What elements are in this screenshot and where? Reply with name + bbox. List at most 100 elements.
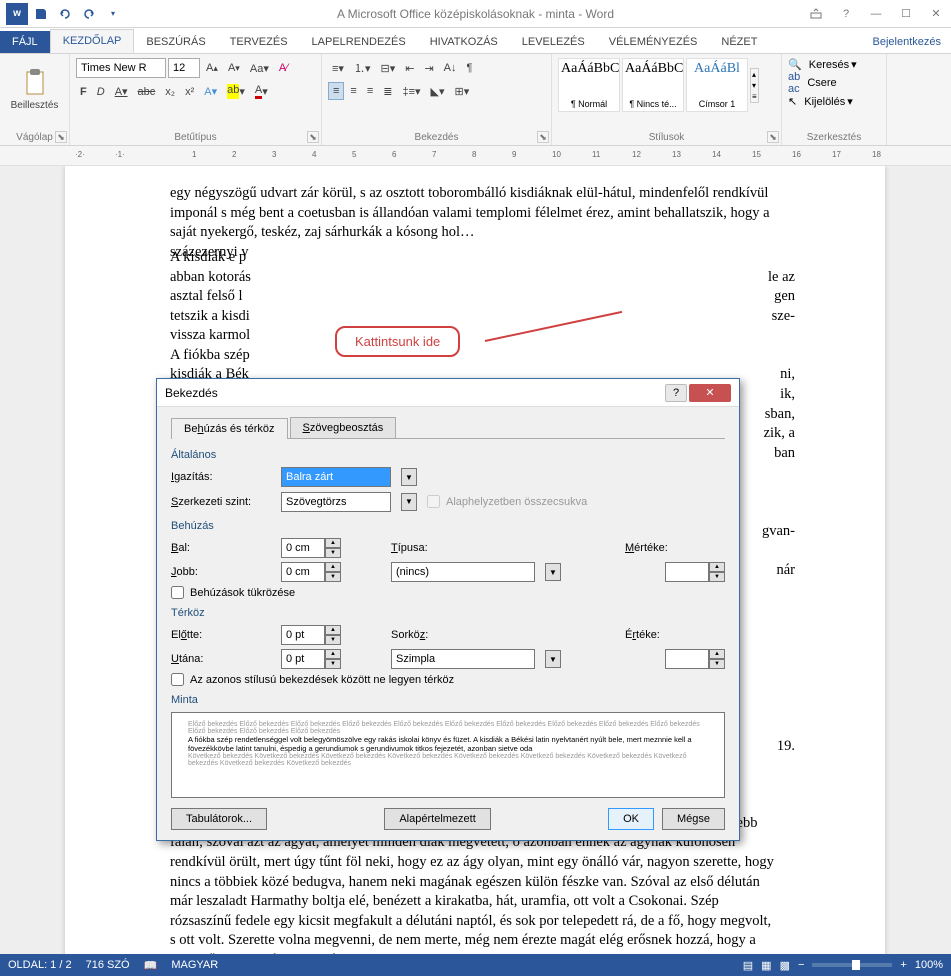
multilevel-icon[interactable]: ⊟▾: [376, 60, 399, 77]
zoom-out-icon[interactable]: −: [798, 959, 804, 971]
view-read-icon[interactable]: ▦: [761, 959, 771, 972]
tab-home[interactable]: KEZDŐLAP: [50, 29, 135, 53]
spin-down-icon[interactable]: ▼: [325, 572, 341, 582]
word-count[interactable]: 716 SZÓ: [86, 959, 130, 971]
find-button[interactable]: 🔍 Keresés▾: [788, 58, 880, 71]
shading-icon[interactable]: ◣▾: [427, 83, 449, 100]
dialog-help-icon[interactable]: ?: [665, 384, 687, 402]
word-icon[interactable]: w: [6, 3, 28, 25]
clear-format-icon[interactable]: A⁄: [275, 60, 292, 76]
ribbon-options-icon[interactable]: [801, 2, 831, 26]
bullets-icon[interactable]: ≡▾: [328, 60, 348, 77]
ok-button[interactable]: OK: [608, 808, 654, 830]
spin-down-icon[interactable]: ▼: [325, 548, 341, 558]
zoom-in-icon[interactable]: +: [900, 959, 906, 971]
signin-link[interactable]: Bejelentkezés: [863, 31, 951, 53]
tab-mailings[interactable]: LEVELEZÉS: [510, 31, 597, 53]
change-case-icon[interactable]: Aa▾: [246, 60, 273, 77]
page-indicator[interactable]: OLDAL: 1 / 2: [8, 959, 72, 971]
special-arrow-icon[interactable]: ▼: [545, 563, 561, 581]
spin-up-icon[interactable]: ▲: [325, 649, 341, 659]
justify-icon[interactable]: ≣: [379, 83, 396, 100]
maximize-icon[interactable]: ☐: [891, 2, 921, 26]
spin-up-icon[interactable]: ▲: [325, 625, 341, 635]
font-size-input[interactable]: [168, 58, 200, 78]
cancel-button[interactable]: Mégse: [662, 808, 725, 830]
alignment-arrow-icon[interactable]: ▼: [401, 468, 417, 486]
underline-icon[interactable]: A▾: [111, 83, 132, 100]
spin-down-icon[interactable]: ▼: [709, 659, 725, 669]
paragraph-launcher-icon[interactable]: ⬊: [537, 131, 549, 143]
after-spinner[interactable]: ▲▼: [281, 649, 341, 669]
spin-down-icon[interactable]: ▼: [325, 659, 341, 669]
line-spacing-icon[interactable]: ‡≡▾: [398, 83, 424, 100]
by-spinner[interactable]: ▲▼: [665, 562, 725, 582]
default-button[interactable]: Alapértelmezett: [384, 808, 490, 830]
language-indicator[interactable]: MAGYAR: [171, 959, 218, 971]
tab-references[interactable]: HIVATKOZÁS: [418, 31, 510, 53]
mirror-checkbox[interactable]: [171, 586, 184, 599]
bold-icon[interactable]: F: [76, 84, 91, 100]
strike-icon[interactable]: abc: [134, 84, 160, 100]
spin-up-icon[interactable]: ▲: [709, 562, 725, 572]
view-web-icon[interactable]: ▩: [780, 959, 790, 972]
font-name-input[interactable]: [76, 58, 166, 78]
right-indent-spinner[interactable]: ▲▼: [281, 562, 341, 582]
close-icon[interactable]: ✕: [921, 2, 951, 26]
horizontal-ruler[interactable]: ·2··1· 123 456 789 101112 131415 161718: [0, 146, 951, 166]
nosame-checkbox[interactable]: [171, 673, 184, 686]
tab-line-break[interactable]: Szövegbeosztás: [290, 417, 397, 438]
sort-icon[interactable]: A↓: [440, 60, 461, 76]
clipboard-launcher-icon[interactable]: ⬊: [55, 131, 67, 143]
decrease-indent-icon[interactable]: ⇤: [401, 60, 418, 77]
spin-down-icon[interactable]: ▼: [709, 572, 725, 582]
spin-up-icon[interactable]: ▲: [709, 649, 725, 659]
highlight-icon[interactable]: ab▾: [223, 82, 249, 101]
tab-file[interactable]: FÁJL: [0, 31, 50, 53]
dialog-close-icon[interactable]: ✕: [689, 384, 731, 402]
spin-up-icon[interactable]: ▲: [325, 538, 341, 548]
view-print-icon[interactable]: ▤: [743, 959, 753, 972]
font-launcher-icon[interactable]: ⬊: [307, 131, 319, 143]
shrink-font-icon[interactable]: A▾: [224, 60, 244, 76]
tab-design[interactable]: TERVEZÉS: [218, 31, 300, 53]
undo-icon[interactable]: [54, 3, 76, 25]
spell-check-icon[interactable]: 📖: [144, 959, 158, 972]
left-indent-spinner[interactable]: ▲▼: [281, 538, 341, 558]
tab-indent-spacing[interactable]: Behúzás és térköz: [171, 418, 288, 439]
tab-view[interactable]: NÉZET: [709, 31, 769, 53]
before-spinner[interactable]: ▲▼: [281, 625, 341, 645]
help-icon[interactable]: ?: [831, 2, 861, 26]
numbering-icon[interactable]: ⒈▾: [350, 58, 375, 78]
align-left-icon[interactable]: ≡: [328, 82, 344, 100]
styles-gallery-more[interactable]: ▴▾≡: [750, 68, 759, 103]
show-marks-icon[interactable]: ¶: [463, 60, 477, 76]
styles-launcher-icon[interactable]: ⬊: [767, 131, 779, 143]
paste-button[interactable]: Beillesztés: [6, 58, 63, 120]
zoom-slider[interactable]: [812, 963, 892, 967]
zoom-level[interactable]: 100%: [915, 959, 943, 971]
style-nospacing[interactable]: AaÁáBbC ¶ Nincs té...: [622, 58, 684, 112]
increase-indent-icon[interactable]: ⇥: [420, 60, 437, 77]
grow-font-icon[interactable]: A▴: [202, 60, 222, 76]
borders-icon[interactable]: ⊞▾: [451, 83, 474, 100]
qat-more-icon[interactable]: ▾: [102, 3, 124, 25]
alignment-combo[interactable]: Balra zárt: [281, 467, 391, 487]
select-button[interactable]: ↖ Kijelölés▾: [788, 95, 880, 108]
subscript-icon[interactable]: x₂: [161, 84, 179, 100]
save-icon[interactable]: [30, 3, 52, 25]
replace-button[interactable]: abac Csere: [788, 71, 880, 95]
spin-up-icon[interactable]: ▲: [325, 562, 341, 572]
tab-review[interactable]: VÉLEMÉNYEZÉS: [597, 31, 710, 53]
linespacing-combo[interactable]: Szimpla: [391, 649, 535, 669]
special-combo[interactable]: (nincs): [391, 562, 535, 582]
minimize-icon[interactable]: —: [861, 2, 891, 26]
linespacing-arrow-icon[interactable]: ▼: [545, 650, 561, 668]
tab-layout[interactable]: LAPELRENDEZÉS: [300, 31, 418, 53]
tabs-button[interactable]: Tabulátorok...: [171, 808, 267, 830]
align-right-icon[interactable]: ≡: [363, 83, 377, 99]
text-effects-icon[interactable]: A▾: [200, 83, 221, 100]
dialog-titlebar[interactable]: Bekezdés ? ✕: [157, 379, 739, 407]
style-heading1[interactable]: AaÁáBl Címsor 1: [686, 58, 748, 112]
at-spinner[interactable]: ▲▼: [665, 649, 725, 669]
